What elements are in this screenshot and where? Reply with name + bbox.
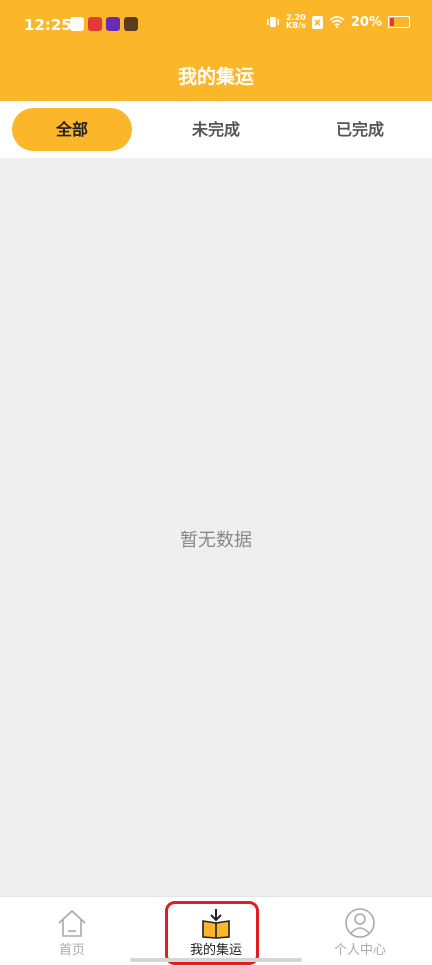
nav-item-my-shipments[interactable]: 我的集运: [144, 897, 288, 965]
nav-item-profile[interactable]: 个人中心: [288, 897, 432, 965]
vibrate-icon: [266, 17, 279, 27]
nav-label-my-shipments: 我的集运: [189, 943, 242, 958]
empty-state-text: 暂无数据: [180, 530, 252, 551]
bottom-nav: 首页 我的集运 个人中心: [0, 896, 432, 965]
package-icon: [202, 909, 230, 939]
tab-completed[interactable]: 已完成: [300, 108, 420, 151]
user-icon: [345, 908, 375, 938]
nav-label-profile: 个人中心: [333, 943, 386, 958]
status-time: 12:25: [24, 16, 72, 34]
app-notification-icon: [88, 17, 102, 31]
home-icon: [58, 909, 86, 937]
status-bar: 12:25 2.20 KB/s 20%: [0, 0, 432, 52]
net-speed: 2.20 KB/s: [285, 13, 306, 30]
status-right: 2.20 KB/s 20%: [266, 14, 410, 30]
nav-label-home: 首页: [58, 943, 85, 958]
nav-item-home[interactable]: 首页: [0, 897, 144, 965]
app-notification-icon: [124, 17, 138, 31]
battery-icon: [388, 16, 410, 28]
app-notification-icon: [70, 17, 84, 31]
page-title: 我的集运: [177, 66, 254, 88]
app-header: 12:25 2.20 KB/s 20% 我的集运: [0, 0, 432, 101]
status-app-icons: [70, 17, 138, 31]
battery-level-fill: [390, 18, 394, 26]
wifi-icon: [329, 16, 345, 28]
sim-off-icon: [311, 15, 323, 29]
app-notification-icon: [106, 17, 120, 31]
tab-incomplete[interactable]: 未完成: [156, 108, 276, 151]
tab-all[interactable]: 全部: [12, 108, 132, 151]
status-tabs: 全部 未完成 已完成: [0, 101, 432, 158]
battery-percent: 20%: [350, 14, 382, 30]
home-indicator: [130, 958, 302, 962]
